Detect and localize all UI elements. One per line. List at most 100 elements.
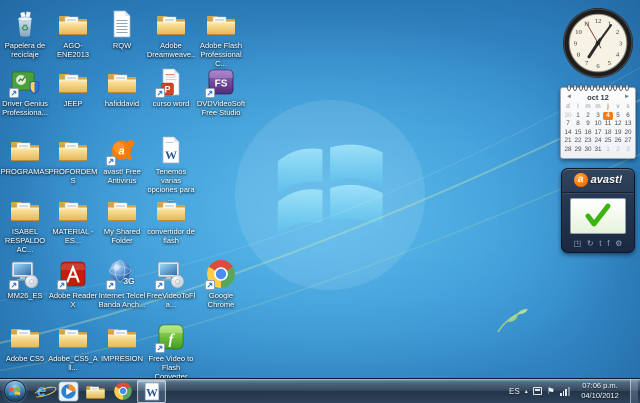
show-desktop-button[interactable] — [630, 379, 638, 403]
calendar-prev-button[interactable]: ◄ — [566, 94, 572, 100]
desktop-icon-adobe-flash-professional-c[interactable]: Adobe Flash Professional C... — [196, 8, 246, 68]
desktop-icon-papelera-de-reciclaje[interactable]: ♻ Papelera de reciclaje — [0, 8, 50, 59]
svg-text:FS: FS — [215, 79, 228, 90]
textdoc-icon — [106, 8, 138, 40]
taskbar-word-window-button[interactable]: W — [137, 380, 166, 403]
calendar-date-cell: 3 — [593, 112, 603, 121]
desktop-icon-google-chrome[interactable]: Google Chrome — [196, 258, 246, 309]
avast-panel-icon[interactable]: ◳ — [574, 239, 582, 249]
desktop-icon-hafiddavid[interactable]: hafiddavid — [97, 66, 147, 108]
clock-gadget[interactable]: 1212 345 678 91011 — [561, 6, 635, 80]
shortcut-arrow-icon — [205, 280, 215, 290]
avast-footer-toolbar: ◳ ↻ tf ⚙ — [562, 239, 634, 249]
desktop[interactable]: ♻ Papelera de reciclaje AGO-ENE2013 RQW … — [0, 0, 640, 403]
calendar-date-cell: 25 — [603, 137, 613, 146]
taskbar[interactable]: e W — [0, 378, 640, 403]
installer-icon — [155, 258, 187, 290]
desktop-icon-adobe-cs5-all[interactable]: Adobe_CS5_All... — [48, 321, 98, 372]
taskbar-explorer-button[interactable] — [83, 380, 108, 403]
shortcut-arrow-icon — [106, 280, 116, 290]
chrome-icon — [113, 381, 133, 401]
calendar-date-cell: 23 — [583, 137, 593, 146]
network-signal-icon[interactable] — [560, 387, 570, 396]
calendar-day-header: d — [563, 103, 573, 112]
calendar-date-cell: 18 — [603, 129, 613, 138]
calendar-date-cell: 14 — [563, 129, 573, 138]
calendar-date-cell: 6 — [623, 112, 633, 121]
avast-gadget[interactable]: a avast! ◳↻tf⚙ — [561, 168, 635, 253]
folder-icon — [9, 134, 41, 166]
desktop-icon-convertidor-de-flash[interactable]: convertidor de flash — [146, 194, 196, 245]
desktop-icon-material-es[interactable]: MATERIAL -ES... — [48, 194, 98, 245]
calendar-gadget[interactable]: ◄ oct 12 ► dlmmjvs3012345678910111213141… — [560, 87, 636, 159]
system-tray[interactable]: ES ▴ ⚑ 07:06 p.m. 04/10/2012 — [509, 379, 640, 403]
desktop-icon-programas[interactable]: PROGRAMAS — [0, 134, 50, 176]
folder-icon — [106, 321, 138, 353]
avast-refresh-icon[interactable]: ↻ — [587, 239, 594, 249]
desktop-icon-freevideotofla[interactable]: FreeVideoToFla... — [146, 258, 196, 309]
start-button[interactable] — [2, 380, 27, 403]
desktop-icon-free-video-to-flash-converter[interactable]: f Free Video to Flash Converter — [146, 321, 196, 381]
taskbar-media-player-button[interactable] — [56, 380, 81, 403]
calendar-date-cell: 13 — [623, 120, 633, 129]
folder-icon — [57, 194, 89, 226]
desktop-icon-rqw[interactable]: RQW — [97, 8, 147, 50]
taskbar-date: 04/10/2012 — [575, 391, 625, 401]
desktop-icon-adobe-dreamweave[interactable]: Adobe Dreamweave... — [146, 8, 196, 68]
action-center-flag-icon[interactable]: ⚑ — [547, 386, 555, 396]
calendar-date-cell: 19 — [613, 129, 623, 138]
desktop-icon-mm26-es[interactable]: MM26_ES — [0, 258, 50, 300]
calendar-date-cell: 26 — [613, 137, 623, 146]
calendar-date-cell: 8 — [573, 120, 583, 129]
desktop-icon-my-shared-folder[interactable]: My Shared Folder — [97, 194, 147, 245]
calendar-day-header: m — [583, 103, 593, 112]
desktop-icon-avast-free-antivirus[interactable]: a avast! Free Antivirus — [97, 134, 147, 185]
folder-icon — [9, 321, 41, 353]
desktop-icon-impresion[interactable]: IMPRESION — [97, 321, 147, 363]
calendar-next-button[interactable]: ► — [624, 94, 630, 100]
desktop-icon-adobe-cs5[interactable]: Adobe CS5 — [0, 321, 50, 363]
drivergenius-icon — [9, 66, 41, 98]
desktop-icon-tenemos-varias-opciones-para[interactable]: W Tenemos varias opciones para ... — [146, 134, 196, 203]
tray-app-icon[interactable] — [533, 387, 542, 395]
calendar-day-header: v — [613, 103, 623, 112]
desktop-icon-profordems[interactable]: PROFORDEMS — [48, 134, 98, 185]
svg-text:W: W — [165, 148, 177, 162]
folder-icon — [155, 8, 187, 40]
fstile-icon: FS — [205, 66, 237, 98]
recycle-icon: ♻ — [9, 8, 41, 40]
calendar-day-header: m — [593, 103, 603, 112]
calendar-date-cell: 31 — [593, 146, 603, 155]
svg-text:P: P — [164, 85, 170, 95]
desktop-icon-adobe-reader-x[interactable]: Adobe Reader X — [48, 258, 98, 309]
desktop-icon-ago-ene2013[interactable]: AGO-ENE2013 — [48, 8, 98, 59]
avast-twitter-icon[interactable]: t — [599, 239, 601, 249]
calendar-date-cell: 15 — [573, 129, 583, 138]
calendar-date-cell: 1 — [603, 146, 613, 155]
svg-text:2: 2 — [616, 29, 619, 36]
taskbar-chrome-button[interactable] — [110, 380, 135, 403]
desktop-icon-isabel-respaldo-ac[interactable]: ISABEL RESPALDO AC... — [0, 194, 50, 254]
calendar-date-cell: 16 — [583, 129, 593, 138]
hidden-icons-button[interactable]: ▴ — [525, 388, 528, 395]
calendar-day-header: j — [603, 103, 613, 112]
avast-settings-icon[interactable]: ⚙ — [615, 239, 622, 249]
desktop-icon-driver-genius-professiona[interactable]: Driver Genius Professiona... — [0, 66, 50, 117]
shortcut-arrow-icon — [155, 280, 165, 290]
desktop-icon-curso-word[interactable]: P curso word — [146, 66, 196, 108]
avast-facebook-icon[interactable]: f — [607, 239, 609, 249]
taskbar-internet-explorer-button[interactable]: e — [29, 380, 54, 403]
language-indicator[interactable]: ES — [509, 387, 520, 396]
calendar-date-cell: 2 — [583, 112, 593, 121]
calendar-date-cell: 28 — [563, 146, 573, 155]
calendar-today-cell: 4 — [603, 112, 613, 121]
taskbar-clock[interactable]: 07:06 p.m. 04/10/2012 — [575, 381, 625, 401]
calendar-date-cell: 21 — [563, 137, 573, 146]
folder-icon — [106, 194, 138, 226]
avast-logo-icon: a — [574, 173, 588, 187]
desktop-icon-dvdvideosoft-free-studio[interactable]: FS DVDVideoSoft Free Studio — [196, 66, 246, 117]
desktop-icon-jeep[interactable]: JEEP — [48, 66, 98, 108]
calendar-date-cell: 27 — [623, 137, 633, 146]
desktop-icon-internet-telcel-banda-anch[interactable]: 3G Internet Telcel Banda Anch... — [97, 258, 147, 309]
installer-icon — [9, 258, 41, 290]
